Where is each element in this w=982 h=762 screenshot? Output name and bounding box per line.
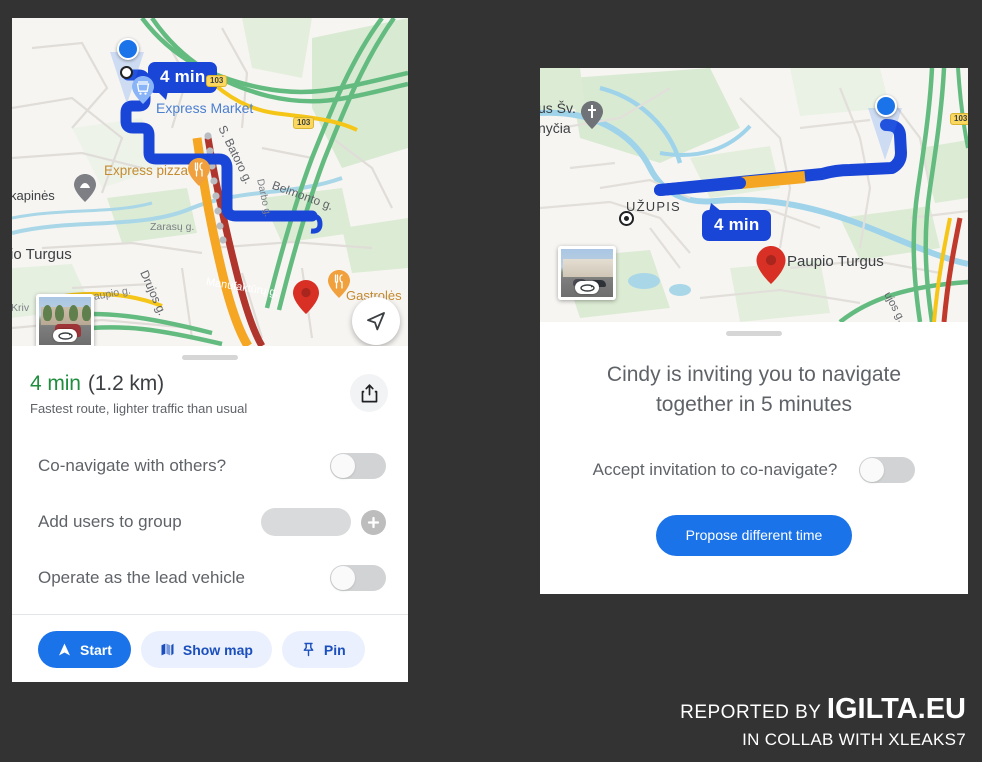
street-view-pegman-badge (575, 281, 599, 294)
street-view-thumbnail[interactable] (36, 294, 94, 346)
accept-invitation-toggle[interactable] (859, 456, 916, 483)
destination-pin[interactable] (293, 280, 319, 314)
co-navigate-toggle[interactable] (330, 453, 386, 479)
trip-duration: 4 min (30, 372, 81, 395)
pin-button-label: Pin (323, 641, 346, 658)
watermark-line-2: IN COLLAB WITH XLEAKS7 (742, 730, 966, 749)
share-button[interactable] (350, 374, 388, 412)
option-row-lead-vehicle: Operate as the lead vehicle (12, 550, 408, 606)
route-origin-marker (621, 213, 632, 224)
toggle-knob (331, 566, 355, 590)
navigation-arrow-icon (59, 643, 70, 656)
left-phone-panel: 4 min 103 103 Express Market Express piz… (12, 18, 408, 682)
restaurant-poi-icon[interactable] (188, 158, 210, 186)
cemetery-poi-icon[interactable] (74, 174, 96, 202)
recenter-navigation-button[interactable] (352, 297, 400, 345)
lead-vehicle-label: Operate as the lead vehicle (38, 568, 245, 587)
watermark-brand: IGILTA.EU (826, 693, 966, 725)
current-location-dot (875, 95, 897, 117)
destination-pin-paupio[interactable] (756, 246, 786, 284)
plus-icon (367, 516, 380, 528)
current-location-dot (117, 38, 139, 60)
co-navigate-label: Co-navigate with others? (38, 456, 227, 475)
pin-button[interactable]: Pin (281, 631, 365, 668)
eta-badge[interactable]: 4 min (702, 203, 772, 241)
option-row-co-navigate: Co-navigate with others? (12, 438, 408, 494)
church-poi-icon[interactable] (581, 101, 603, 129)
map-icon (161, 643, 174, 656)
left-map[interactable]: 4 min 103 103 Express Market Express piz… (12, 18, 408, 346)
toggle-knob (860, 457, 885, 482)
left-bottom-sheet: 4 min (1.2 km) Fastest route, lighter tra… (12, 355, 408, 682)
trip-subtitle: Fastest route, lighter traffic than usua… (30, 401, 248, 416)
highway-shield-103: 103 (950, 113, 968, 125)
invite-title: Cindy is inviting you to navigate togeth… (606, 363, 902, 417)
trip-duration-line: 4 min (1.2 km) (30, 372, 350, 396)
option-row-add-users: Add users to group (12, 494, 408, 550)
share-icon (361, 383, 377, 402)
street-view-thumbnail[interactable] (558, 246, 616, 300)
highway-shield-103-a: 103 (206, 75, 228, 87)
trip-distance: (1.2 km) (87, 372, 165, 395)
add-users-input[interactable] (261, 508, 351, 536)
accept-invitation-label: Accept invitation to co-navigate? (592, 459, 838, 479)
action-button-bar: Start Show map Pin (12, 615, 408, 668)
market-poi-icon[interactable] (132, 76, 154, 104)
trip-summary-row: 4 min (1.2 km) Fastest route, lighter tra… (12, 360, 408, 416)
show-map-button-label: Show map (182, 641, 253, 658)
add-user-button[interactable] (361, 509, 386, 535)
right-bottom-sheet: Cindy is inviting you to navigate togeth… (540, 331, 968, 594)
restaurant-poi-icon-2[interactable] (328, 270, 350, 298)
start-button-label: Start (80, 641, 112, 658)
navigation-arrow-icon (367, 312, 385, 331)
pin-icon (303, 642, 314, 657)
start-button[interactable]: Start (38, 631, 131, 668)
right-map[interactable]: 4 min 103 us Šv. nyčia UŽUPIS Paupio Tur… (540, 68, 968, 322)
watermark: REPORTED BY IGILTA.EU IN COLLAB WITH XLE… (680, 693, 966, 750)
toggle-knob (331, 454, 355, 478)
street-view-pegman-badge (53, 329, 77, 342)
propose-different-time-button[interactable]: Propose different time (655, 514, 853, 556)
add-users-label: Add users to group (38, 512, 182, 531)
right-phone-panel: 4 min 103 us Šv. nyčia UŽUPIS Paupio Tur… (540, 68, 968, 594)
watermark-line-1: REPORTED BY IGILTA.EU (680, 693, 966, 726)
show-map-button[interactable]: Show map (140, 631, 272, 668)
watermark-prefix: REPORTED BY (680, 702, 822, 723)
accept-invitation-row: Accept invitation to co-navigate? (540, 456, 968, 483)
lead-vehicle-toggle[interactable] (330, 565, 386, 591)
highway-shield-103-b: 103 (293, 117, 315, 129)
